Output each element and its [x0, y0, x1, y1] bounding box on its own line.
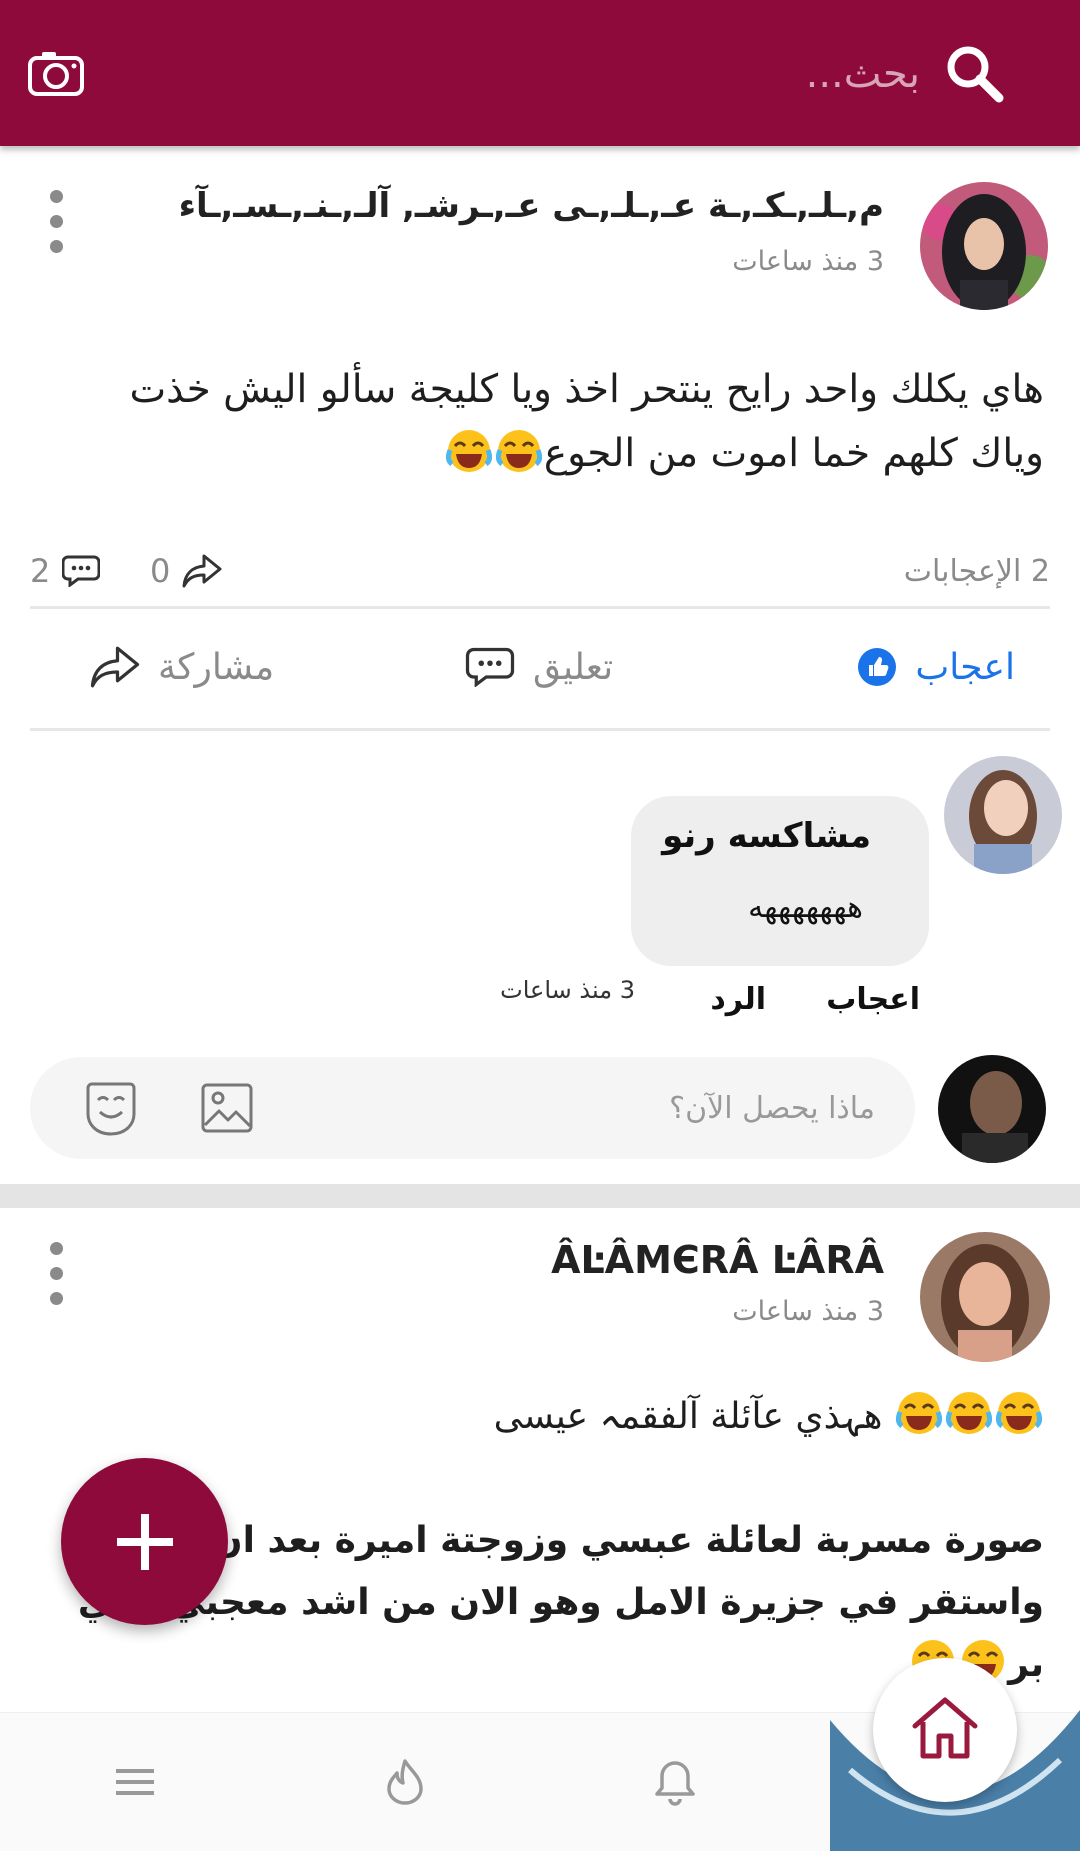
- bell-icon[interactable]: [650, 1757, 700, 1807]
- search-input[interactable]: [420, 44, 920, 104]
- create-post-button[interactable]: [61, 1458, 228, 1625]
- share-label: مشاركة: [158, 646, 275, 688]
- thumbs-up-icon: [858, 648, 897, 686]
- post-text-line: هاي يكلك واحد رايح ينتحر اخذ ويا كليجة س…: [129, 367, 1044, 412]
- laughing-emoji-icon: [946, 1392, 992, 1434]
- post-card: م,ـلـ,ـكـ,ـة عـ,ـلـ,ـى عـ,ـرشـ, آلـ,ـنـ,…: [0, 146, 1080, 1184]
- sticker-icon[interactable]: [86, 1080, 136, 1136]
- post-author[interactable]: م,ـلـ,ـكـ,ـة عـ,ـلـ,ـى عـ,ـرشـ, آلـ,ـنـ,…: [179, 186, 884, 226]
- post-text-line-content: بر: [1008, 1644, 1044, 1685]
- comment-reply-button[interactable]: الرد: [710, 982, 766, 1017]
- share-arrow-icon: [182, 554, 222, 588]
- share-arrow-icon: [90, 646, 140, 688]
- post-stats: 2 الإعجابات 2 0: [30, 544, 1050, 604]
- post-text-line-2: وياك كلهم خما اموت من الجوع: [44, 422, 1044, 486]
- more-options-icon[interactable]: [44, 1242, 68, 1306]
- comment-like-button[interactable]: اعجاب: [826, 982, 920, 1017]
- likes-count[interactable]: 2 الإعجابات: [904, 554, 1050, 589]
- comment-bubble-icon: [62, 555, 101, 587]
- comment-button[interactable]: تعليق: [465, 622, 613, 712]
- commenter-avatar[interactable]: [944, 756, 1062, 874]
- shares-count: 0: [150, 552, 171, 590]
- post-text-line: هہذي عآئلة آلفقمہ عيسى: [44, 1386, 1044, 1448]
- post-time: 3 منذ ساعات: [732, 1296, 884, 1327]
- home-button[interactable]: [873, 1658, 1017, 1802]
- divider: [30, 606, 1050, 609]
- current-user-avatar[interactable]: [938, 1055, 1046, 1163]
- shares-count-wrap[interactable]: 0: [150, 552, 222, 590]
- post-text-line-content: هہذي عآئلة آلفقمہ عيسى: [493, 1396, 883, 1437]
- more-options-icon[interactable]: [44, 190, 68, 254]
- post-composer[interactable]: [30, 1057, 915, 1159]
- comment-label: تعليق: [533, 646, 614, 688]
- laughing-emoji-icon: [996, 1392, 1042, 1434]
- feed-separator: [0, 1184, 1080, 1208]
- composer-input[interactable]: [315, 1079, 875, 1137]
- comment-author[interactable]: مشاكسه رنو: [662, 816, 871, 856]
- flame-icon[interactable]: [380, 1757, 430, 1807]
- comment-bubble-icon: [465, 647, 515, 687]
- laughing-emoji-icon: [445, 430, 492, 472]
- divider: [30, 728, 1050, 731]
- post-time: 3 منذ ساعات: [732, 246, 884, 277]
- plus-icon: [117, 1514, 173, 1570]
- like-label: اعجاب: [915, 646, 1015, 688]
- post-actions: اعجاب تعليق مشاركة: [30, 622, 1050, 712]
- camera-icon[interactable]: [28, 50, 84, 96]
- comment-text: هههههههه: [748, 890, 863, 925]
- laughing-emoji-icon: [495, 430, 542, 472]
- top-bar: [0, 0, 1080, 146]
- comment-time: 3 منذ ساعات: [500, 976, 635, 1004]
- author-avatar[interactable]: [920, 182, 1048, 310]
- author-avatar[interactable]: [920, 1232, 1050, 1362]
- comment-bubble: مشاكسه رنو هههههههه: [631, 796, 929, 966]
- post-body: هاي يكلك واحد رايح ينتحر اخذ ويا كليجة س…: [44, 358, 1044, 486]
- laughing-emoji-icon: [896, 1392, 942, 1434]
- post-text-line-content: وياك كلهم خما اموت من الجوع: [543, 431, 1044, 476]
- home-icon: [912, 1697, 978, 1759]
- app-screen: م,ـلـ,ـكـ,ـة عـ,ـلـ,ـى عـ,ـرشـ, آلـ,ـنـ,…: [0, 0, 1080, 1851]
- menu-icon[interactable]: [110, 1757, 160, 1807]
- comments-count: 2: [30, 552, 51, 590]
- search-icon[interactable]: [943, 42, 1005, 104]
- like-button[interactable]: اعجاب: [857, 622, 1015, 712]
- share-button[interactable]: مشاركة: [90, 622, 274, 712]
- comments-count-wrap[interactable]: 2: [30, 552, 101, 590]
- post-author[interactable]: ÂĿÂМЄRÂ ĿÂRÂ: [551, 1238, 884, 1282]
- image-icon[interactable]: [201, 1083, 253, 1133]
